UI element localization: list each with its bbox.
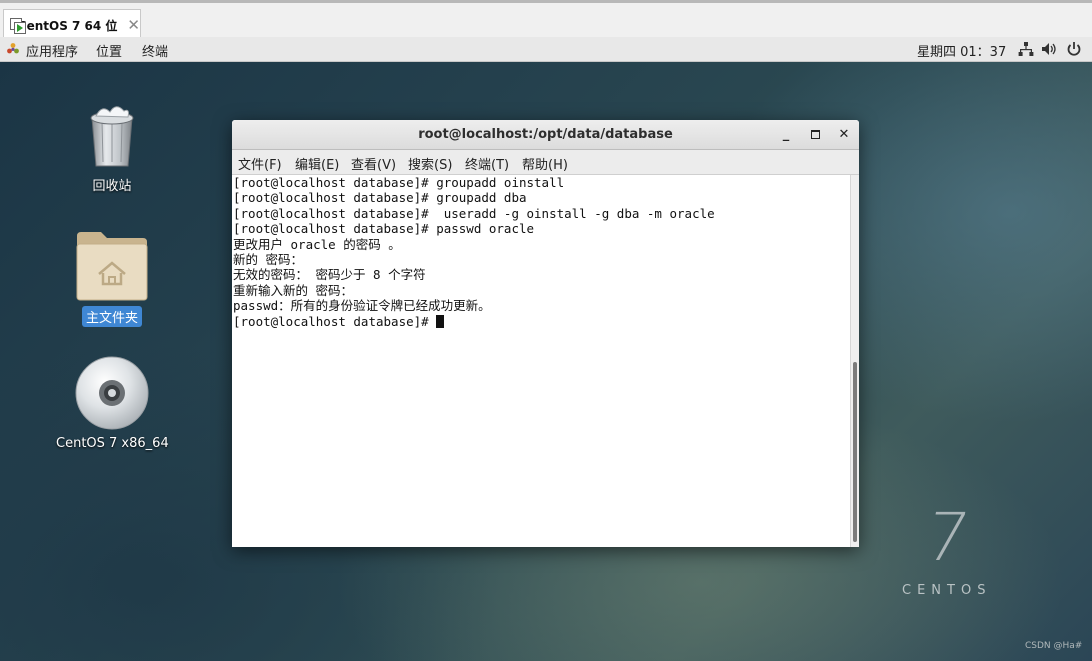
terminal-cursor [436, 314, 445, 328]
home-folder-icon [76, 232, 148, 301]
top-panel: 应用程序 位置 终端 星期四 01：37 [0, 37, 1092, 62]
maximize-button[interactable] [805, 125, 825, 145]
desktop-icon-label: 回收站 [92, 179, 132, 194]
terminal-window[interactable]: root@localhost:/opt/data/database _ ✕ 文件… [232, 120, 859, 547]
terminal-line: [root@localhost database]# passwd oracle [233, 221, 535, 237]
apps-icon [7, 43, 19, 54]
close-button[interactable]: ✕ [834, 125, 854, 145]
centos-logo-text: CENTOS [902, 583, 992, 598]
volume-icon[interactable] [1041, 41, 1057, 57]
menu-search[interactable]: 搜索(S) [408, 154, 452, 173]
disc-icon [75, 356, 149, 430]
watermark-text: CSDN @Ha# [1025, 641, 1083, 651]
terminal-menubar: 文件(F) 编辑(E) 查看(V) 搜索(S) 终端(T) 帮助(H) [232, 150, 859, 175]
terminal-line: [root@localhost database]# useradd -g oi… [233, 205, 715, 221]
terminal-prompt: [root@localhost database]# [233, 313, 437, 329]
clock[interactable]: 星期四 01：37 [917, 41, 1006, 60]
minimize-button[interactable]: _ [776, 125, 796, 145]
desktop-icon-home-folder[interactable]: 主文件夹 [62, 230, 162, 327]
vm-host-tabbar: CentOS 7 64 位 ✕ [0, 0, 1092, 40]
terminal-line: [root@localhost database]# groupadd dba [233, 190, 527, 206]
terminal-scrollbar[interactable] [850, 175, 859, 547]
terminal-line: [root@localhost database]# groupadd oins… [233, 175, 565, 190]
terminal-line: passwd：所有的身份验证令牌已经成功更新。 [233, 298, 491, 314]
terminal-prompt-line[interactable]: [root@localhost database]# [232, 314, 850, 329]
scrollbar-thumb[interactable] [853, 362, 857, 542]
desktop-icon-label: CentOS 7 x86_64 [56, 436, 169, 451]
places-menu[interactable]: 位置 [96, 41, 122, 60]
terminal-titlebar[interactable]: root@localhost:/opt/data/database _ ✕ [232, 120, 859, 150]
menu-help[interactable]: 帮助(H) [522, 154, 568, 173]
trash-icon [90, 106, 134, 167]
terminal-line: 无效的密码： 密码少于 8 个字符 [233, 267, 426, 283]
vm-tab-label: CentOS 7 64 位 [17, 18, 118, 33]
menu-file[interactable]: 文件(F) [238, 154, 282, 173]
menu-edit[interactable]: 编辑(E) [295, 154, 339, 173]
desktop-icon-trash[interactable]: 回收站 [62, 102, 162, 195]
vm-tab[interactable]: CentOS 7 64 位 ✕ [3, 9, 141, 40]
applications-menu[interactable]: 应用程序 [26, 41, 78, 60]
terminal-line: 更改用户 oracle 的密码 。 [233, 236, 401, 252]
menu-terminal[interactable]: 终端(T) [465, 154, 509, 173]
power-icon[interactable] [1066, 41, 1082, 57]
terminal-output[interactable]: [root@localhost database]# groupadd oins… [232, 175, 850, 547]
menu-view[interactable]: 查看(V) [351, 154, 396, 173]
close-icon[interactable]: ✕ [127, 17, 140, 33]
desktop-icon-label: 主文件夹 [81, 306, 142, 327]
centos-logo-seven: 7 [919, 499, 975, 576]
desktop-icon-centos-disc[interactable]: CentOS 7 x86_64 [52, 355, 172, 452]
terminal-app-menu[interactable]: 终端 [142, 41, 168, 60]
network-icon[interactable] [1018, 41, 1034, 57]
terminal-line: 新的 密码： [233, 251, 304, 267]
vm-icon [10, 18, 26, 34]
terminal-title: root@localhost:/opt/data/database [418, 127, 673, 142]
terminal-line: 重新输入新的 密码： [233, 282, 354, 298]
